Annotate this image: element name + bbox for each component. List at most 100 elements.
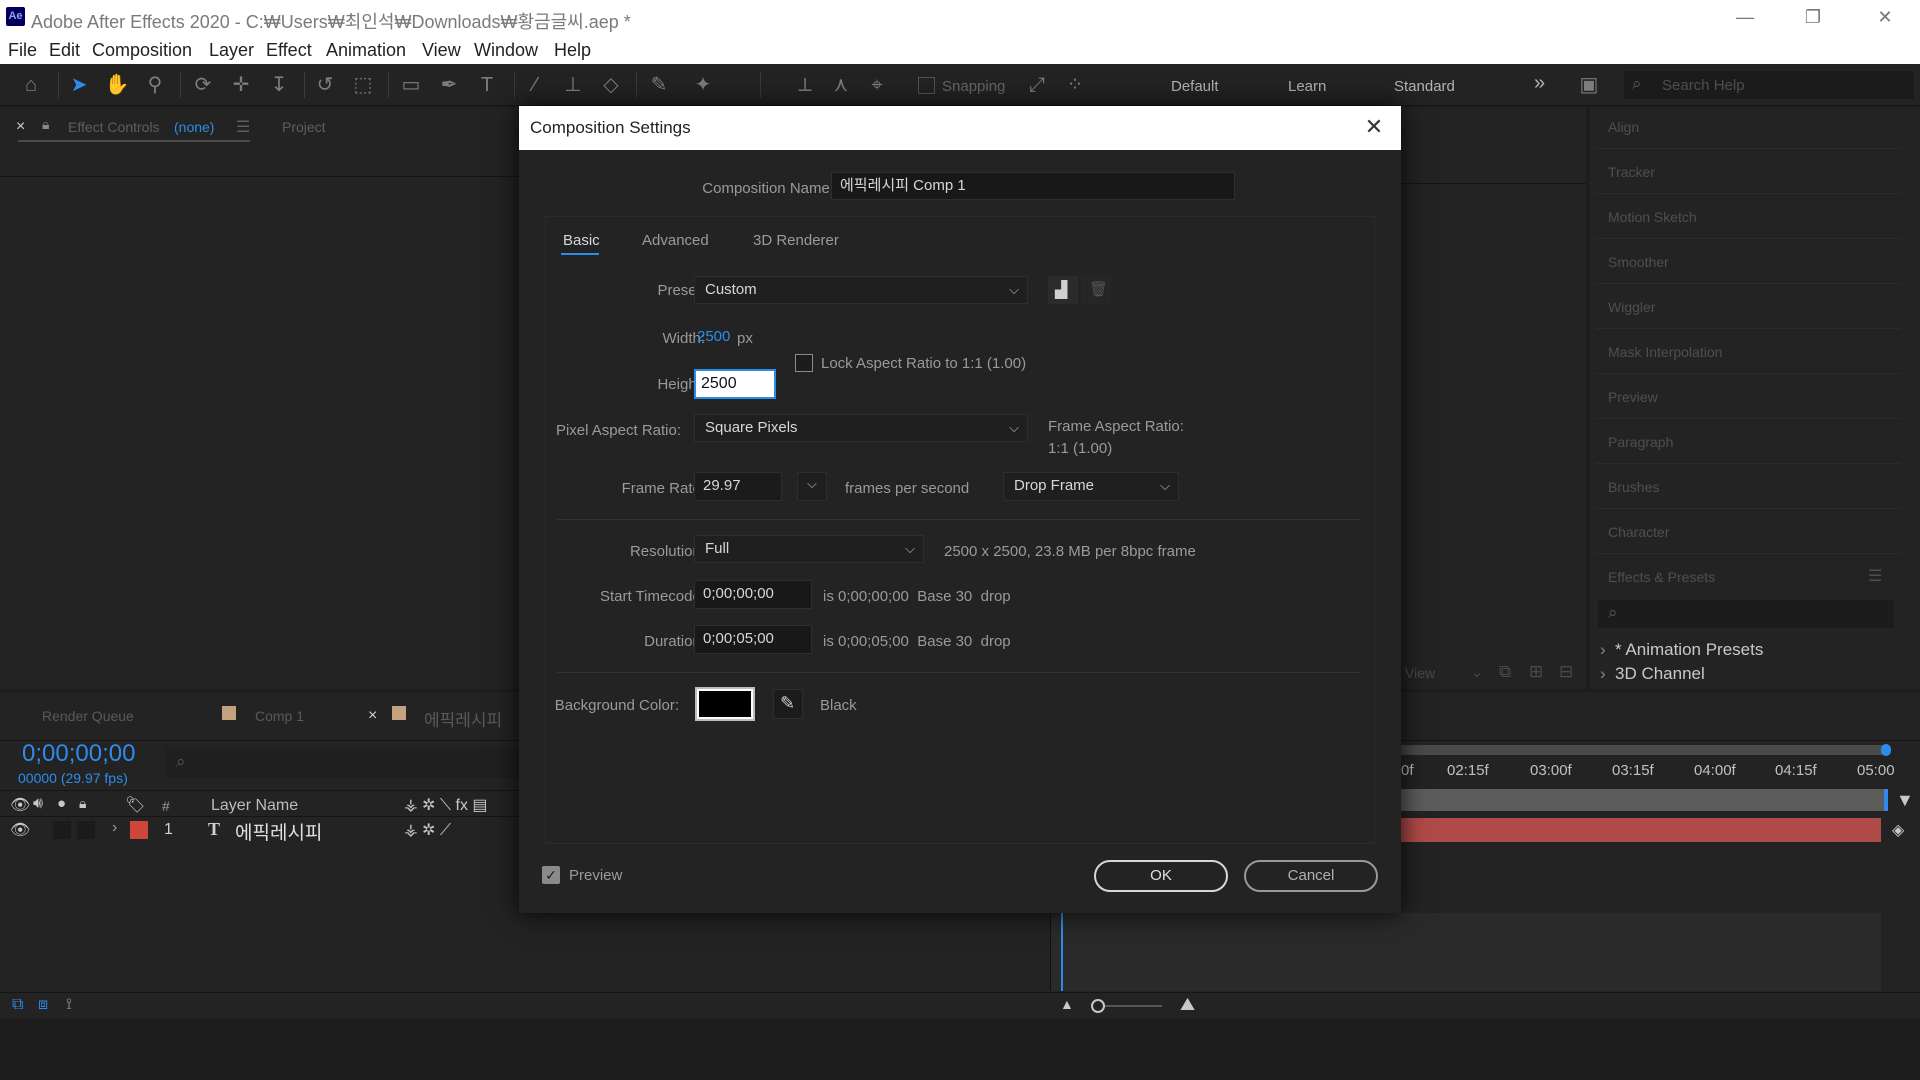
search-help-input[interactable]: Search Help [1662, 77, 1745, 94]
current-timecode[interactable]: 0;00;00;00 [22, 740, 135, 768]
character-panel[interactable]: Character [1608, 524, 1669, 540]
close-comp-tab-button[interactable]: × [368, 707, 377, 725]
zoom-tool-icon[interactable]: ⚲ [142, 72, 168, 98]
menu-file[interactable]: File [8, 40, 37, 61]
layer-visibility-icon[interactable]: 👁︎ [10, 820, 30, 840]
label-tag-icon[interactable]: 🏷︎ [125, 795, 145, 815]
panel-menu-icon[interactable]: ☰ [236, 117, 250, 137]
resolution-dropdown[interactable]: Full ⌵ [694, 535, 924, 563]
height-input[interactable]: 2500 [694, 369, 776, 399]
local-axis-icon[interactable]: ⟂ [792, 72, 818, 98]
effects-search-input[interactable]: ⌕ [1598, 600, 1894, 628]
layer-solo-toggle[interactable] [53, 821, 71, 839]
menu-view[interactable]: View [422, 40, 461, 61]
comp-1-tab[interactable]: Comp 1 [255, 708, 304, 724]
comp-mini-flowchart-icon[interactable]: ⧉ [12, 996, 23, 1014]
type-tool-icon[interactable]: T [474, 72, 500, 98]
tab-3d-renderer[interactable]: 3D Renderer [753, 232, 839, 249]
start-timecode-input[interactable]: 0;00;00;00 [694, 580, 812, 609]
keyframe-navigator-icon[interactable]: ◈ [1892, 820, 1904, 840]
search-help-box[interactable]: ⌕ Search Help [1624, 71, 1914, 99]
project-tab[interactable]: Project [282, 119, 326, 135]
view-axis-icon[interactable]: ⌖ [864, 72, 890, 98]
hand-tool-icon[interactable]: ✋ [104, 72, 130, 98]
align-panel[interactable]: Align [1608, 119, 1639, 135]
chevron-right-icon[interactable]: › [1600, 664, 1606, 684]
pan-camera-icon[interactable]: ✛ [228, 72, 254, 98]
minimize-button[interactable]: — [1710, 0, 1780, 37]
preset-dropdown[interactable]: Custom ⌵ [694, 276, 1028, 304]
brush-tool-icon[interactable]: ⁄ [522, 72, 548, 98]
menu-help[interactable]: Help [554, 40, 591, 61]
comp-name-input[interactable]: 에픽레시피 Comp 1 [831, 172, 1235, 200]
tab-advanced[interactable]: Advanced [642, 232, 709, 249]
frame-rate-dropdown-button[interactable]: ⌵ [797, 472, 827, 501]
zoom-in-icon[interactable]: ⛰︎ [1180, 994, 1195, 1015]
chevron-down-icon[interactable]: ⌄ [1471, 664, 1483, 681]
eyedropper-button[interactable]: ✎ [773, 689, 803, 719]
close-window-button[interactable]: ✕ [1850, 0, 1920, 37]
menu-composition[interactable]: Composition [92, 40, 192, 61]
graph-editor-icon[interactable]: ⟟ [66, 996, 72, 1014]
rectangle-tool-icon[interactable]: ▭ [398, 72, 424, 98]
animation-presets-folder[interactable]: * Animation Presets [1615, 640, 1763, 660]
tracker-panel[interactable]: Tracker [1608, 164, 1655, 180]
toggle-transparency-icon[interactable]: ⊟ [1559, 662, 1573, 682]
snap-edges-icon[interactable]: ⤢ [1024, 72, 1050, 98]
layer-lock-toggle[interactable] [77, 821, 95, 839]
lock-icon[interactable]: 🔒︎ [42, 116, 49, 133]
background-color-swatch[interactable] [695, 687, 755, 721]
layer-name-header[interactable]: Layer Name [211, 797, 298, 815]
viewer-view-dropdown[interactable]: View [1405, 665, 1435, 681]
dialog-close-button[interactable]: ✕ [1361, 114, 1387, 140]
menu-animation[interactable]: Animation [326, 40, 406, 61]
orbit-camera-icon[interactable]: ⟳ [190, 72, 216, 98]
preview-checkbox[interactable]: ✓ [542, 866, 560, 884]
pen-tool-icon[interactable]: ✒ [436, 72, 462, 98]
workspace-standard[interactable]: Standard [1394, 78, 1455, 95]
roto-brush-tool-icon[interactable]: ✎ [646, 72, 672, 98]
world-axis-icon[interactable]: ⋏ [828, 72, 854, 98]
selection-tool-icon[interactable]: ➤ [66, 72, 92, 98]
layer-label-color[interactable] [130, 821, 148, 839]
cancel-button[interactable]: Cancel [1244, 860, 1378, 892]
duration-input[interactable]: 0;00;05;00 [694, 625, 812, 654]
workspace-learn[interactable]: Learn [1288, 78, 1326, 95]
eraser-tool-icon[interactable]: ◇ [598, 72, 624, 98]
snap-features-icon[interactable]: ⁘ [1062, 72, 1088, 98]
panel-menu-icon[interactable]: ☰ [1868, 566, 1882, 586]
toggle-switches-modes-icon[interactable]: ⧈ [38, 996, 48, 1014]
layer-switches-icons[interactable]: ⚶ ✲ ⟋ [404, 820, 451, 840]
zoom-slider-handle[interactable] [1091, 999, 1105, 1013]
pan-behind-tool-icon[interactable]: ⬚ [350, 72, 376, 98]
menu-edit[interactable]: Edit [49, 40, 80, 61]
delete-preset-button[interactable]: 🗑︎ [1081, 276, 1111, 304]
dolly-camera-icon[interactable]: ↧ [266, 72, 292, 98]
width-value[interactable]: 2500 [697, 328, 730, 345]
tab-basic[interactable]: Basic [563, 232, 600, 249]
lock-icon[interactable]: 🔒︎ [79, 795, 86, 812]
close-effect-controls-button[interactable]: × [16, 118, 25, 136]
current-time-indicator[interactable] [1061, 913, 1063, 991]
comp-marker-bin-icon[interactable]: ▼ [1896, 790, 1914, 811]
menu-effect[interactable]: Effect [266, 40, 312, 61]
more-workspaces-icon[interactable]: » [1534, 72, 1545, 95]
menu-window[interactable]: Window [474, 40, 538, 61]
workspace-default[interactable]: Default [1171, 78, 1219, 95]
time-navigator-bar[interactable] [1401, 789, 1886, 811]
puppet-pin-tool-icon[interactable]: ✦ [690, 72, 716, 98]
timeline-search-input[interactable]: ⌕ [166, 748, 520, 778]
work-area-bar[interactable] [1401, 745, 1886, 755]
active-comp-tab[interactable]: 에픽레시피 [424, 706, 502, 731]
layer-name[interactable]: 에픽레시피 [235, 818, 322, 845]
sync-settings-icon[interactable]: ▣ [1574, 72, 1604, 98]
video-eye-icon[interactable]: 👁︎ [10, 795, 30, 815]
smoother-panel[interactable]: Smoother [1608, 254, 1669, 270]
motion-sketch-panel[interactable]: Motion Sketch [1608, 209, 1697, 225]
clone-stamp-tool-icon[interactable]: ⊥ [560, 72, 586, 98]
rotation-tool-icon[interactable]: ↺ [312, 72, 338, 98]
3d-channel-folder[interactable]: 3D Channel [1615, 664, 1705, 684]
zoom-out-icon[interactable]: ▲ [1060, 996, 1074, 1012]
audio-speaker-icon[interactable]: 🔊︎ [33, 795, 43, 813]
effects-presets-panel[interactable]: Effects & Presets [1608, 569, 1715, 585]
